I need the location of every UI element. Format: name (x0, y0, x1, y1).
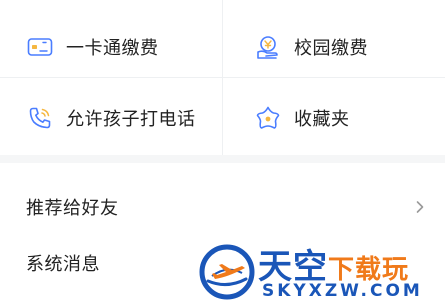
tile-favorites[interactable]: 收藏夹 (254, 104, 350, 132)
list-item-label: 推荐给好友 (26, 198, 119, 219)
star-flower-icon (254, 104, 282, 132)
chevron-right-icon (413, 200, 427, 214)
phone-icon (26, 104, 54, 132)
tile-label: 收藏夹 (294, 109, 350, 130)
campus-payment-icon (254, 33, 282, 61)
tile-allow-child-call[interactable]: 允许孩子打电话 (26, 104, 196, 132)
tile-campus-payment[interactable]: 校园缴费 (254, 33, 368, 61)
watermark-url: SKYXZW.COM (262, 281, 423, 301)
tile-label: 一卡通缴费 (66, 38, 159, 59)
site-watermark: 天空 下载玩 SKYXZW.COM (198, 243, 445, 303)
list-item-label: 系统消息 (26, 254, 100, 275)
watermark-logo-icon (198, 243, 256, 301)
tile-label: 允许孩子打电话 (66, 109, 196, 130)
settings-page: 一卡通缴费 校园缴费 允许孩子打电话 收藏夹 推荐给好友 系统消息 天空 下载玩… (0, 0, 445, 303)
grid-divider-horizontal (0, 77, 445, 78)
list-item-recommend[interactable]: 推荐给好友 (0, 179, 445, 235)
tile-label: 校园缴费 (294, 38, 368, 59)
tile-card-payment[interactable]: 一卡通缴费 (26, 33, 159, 61)
card-icon (26, 33, 54, 61)
quick-actions-grid: 一卡通缴费 校园缴费 允许孩子打电话 收藏夹 (0, 0, 445, 155)
